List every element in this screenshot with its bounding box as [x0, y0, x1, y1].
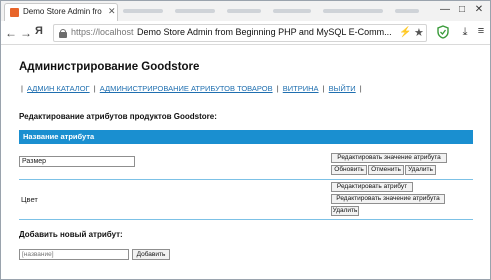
nav-link-attributes[interactable]: АДМИНИСТРИРОВАНИЕ АТРИБУТОВ ТОВАРОВ: [100, 84, 273, 93]
admin-nav: | АДМИН КАТАЛОГ | АДМИНИСТРИРОВАНИЕ АТРИ…: [21, 84, 362, 93]
address-toolbar: ← → Я https://localhost Demo Store Admin…: [1, 21, 490, 45]
delete-button[interactable]: Удалить: [405, 165, 436, 175]
minimize-icon[interactable]: —: [438, 3, 452, 17]
favicon-icon: [10, 8, 19, 17]
edit-attribute-button[interactable]: Редактировать атрибут: [331, 182, 413, 192]
add-attribute-button[interactable]: Добавить: [132, 249, 170, 260]
download-icon[interactable]: ⤓: [459, 26, 471, 40]
star-icon[interactable]: ★: [414, 26, 424, 39]
section-title: Редактирование атрибутов продуктов Goods…: [19, 112, 217, 121]
lock-icon: [59, 29, 67, 38]
nav-link-logout[interactable]: ВЫЙТИ: [329, 84, 356, 93]
tab-strip: Demo Store Admin fro ✕ — □ ✕: [1, 1, 490, 21]
nav-link-storefront[interactable]: ВИТРИНА: [283, 84, 319, 93]
arrow-left-icon[interactable]: ←: [4, 26, 18, 40]
nav-link-catalog[interactable]: АДМИН КАТАЛОГ: [27, 84, 90, 93]
column-header-name: Название атрибута: [23, 132, 95, 141]
address-bar[interactable]: https://localhost Demo Store Admin from …: [53, 24, 427, 42]
close-window-icon[interactable]: ✕: [472, 3, 486, 17]
maximize-icon[interactable]: □: [455, 3, 469, 17]
attribute-name-input[interactable]: [19, 156, 135, 167]
edit-attribute-values-button[interactable]: Редактировать значение атрибута: [331, 194, 445, 204]
address-page-title: Demo Store Admin from Beginning PHP and …: [137, 27, 392, 37]
row-divider: [19, 219, 473, 220]
menu-icon[interactable]: ≡: [475, 25, 487, 39]
add-attribute-title: Добавить новый атрибут:: [19, 230, 123, 239]
lightning-icon[interactable]: ⚡: [399, 27, 411, 38]
tab-title: Demo Store Admin fro: [23, 7, 102, 16]
new-attribute-input[interactable]: [19, 249, 129, 260]
delete-button[interactable]: Удалить: [331, 206, 359, 216]
arrow-right-icon[interactable]: →: [19, 26, 33, 40]
browser-window: Demo Store Admin fro ✕ — □ ✕ ← → Я https…: [0, 0, 491, 280]
yandex-logo[interactable]: Я: [35, 25, 43, 37]
edit-attribute-values-button[interactable]: Редактировать значение атрибута: [331, 153, 447, 163]
shield-icon[interactable]: [437, 25, 449, 39]
active-tab[interactable]: Demo Store Admin fro ✕: [4, 3, 118, 21]
bookmark-bar-blur: [123, 9, 423, 13]
cancel-button[interactable]: Отменить: [368, 165, 404, 175]
row-divider: [19, 179, 473, 180]
page-title: Администрирование Goodstore: [19, 61, 200, 73]
url-text: https://localhost: [71, 27, 134, 37]
table-header: Название атрибута: [19, 130, 473, 144]
attribute-name-label: Цвет: [21, 195, 38, 204]
tab-close-icon[interactable]: ✕: [108, 6, 116, 17]
update-button[interactable]: Обновить: [331, 165, 367, 175]
page-content: Администрирование Goodstore | АДМИН КАТА…: [1, 46, 490, 279]
